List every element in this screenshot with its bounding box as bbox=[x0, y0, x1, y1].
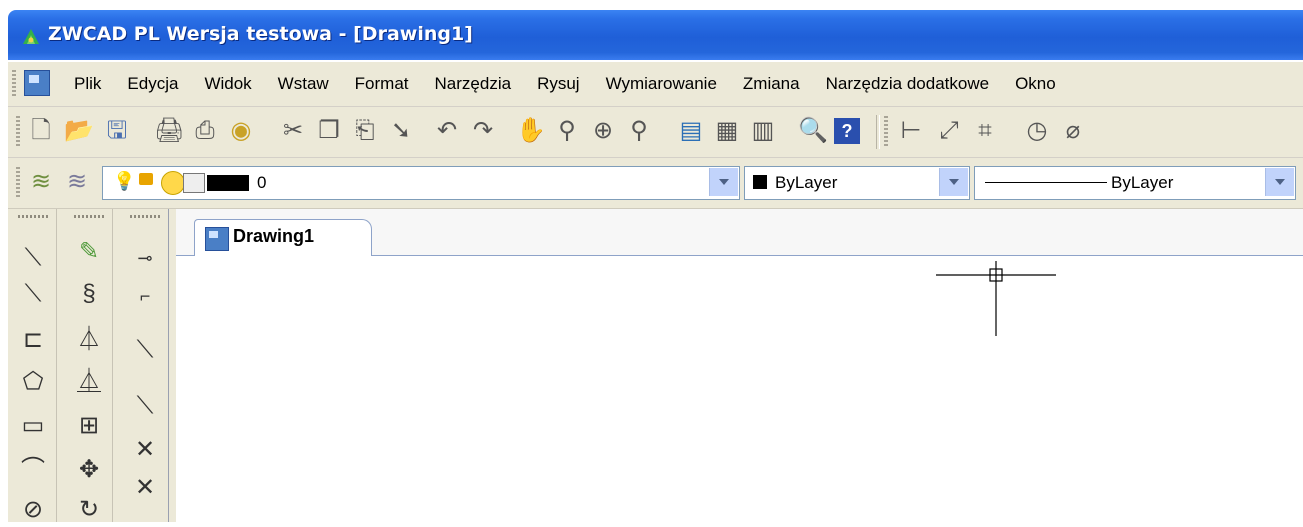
linetype-sample bbox=[985, 182, 1107, 183]
menu-wstaw[interactable]: Wstaw bbox=[278, 74, 329, 94]
calculator-icon[interactable]: ▥ bbox=[748, 116, 778, 146]
menu-widok[interactable]: Widok bbox=[204, 74, 251, 94]
construction-line-icon[interactable]: ⟍ bbox=[16, 277, 50, 311]
palette-grip[interactable] bbox=[74, 215, 104, 218]
move-icon[interactable]: ✥ bbox=[72, 453, 106, 487]
menu-plik[interactable]: Plik bbox=[74, 74, 101, 94]
snap-endpoint-icon[interactable]: ⊸ bbox=[128, 241, 162, 275]
layer-combo[interactable]: 💡 0 bbox=[102, 166, 740, 200]
draw-palette: ⟍ ⟍ ⊏ ⬠ ▭ ⌒ ⊘ bbox=[8, 209, 57, 523]
zoom-realtime-icon[interactable]: ⚲ bbox=[552, 116, 582, 146]
tab-drawing1[interactable]: Drawing1 bbox=[194, 219, 372, 256]
layer-name-value: 0 bbox=[257, 173, 267, 192]
cut-icon[interactable]: ✂ bbox=[278, 116, 308, 146]
menu-zmiana[interactable]: Zmiana bbox=[743, 74, 800, 94]
copy-object-icon[interactable]: § bbox=[72, 277, 106, 311]
menu-narzedzia[interactable]: Narzędzia bbox=[435, 74, 512, 94]
snap-midpoint-icon[interactable]: ⌐ bbox=[128, 279, 162, 313]
snap-intersection-icon[interactable]: ✕ bbox=[128, 433, 162, 467]
color-dropdown-arrow-icon[interactable] bbox=[939, 168, 968, 196]
erase-icon[interactable]: ✎ bbox=[72, 235, 106, 269]
layer-manager-icon[interactable]: ≋ bbox=[26, 167, 56, 197]
publish-icon[interactable]: ◉ bbox=[226, 116, 256, 146]
new-icon[interactable]: 🗋 bbox=[26, 116, 56, 146]
toolbar-grip[interactable] bbox=[16, 116, 20, 148]
pan-icon[interactable]: ✋ bbox=[516, 116, 546, 146]
menu-items: Plik Edycja Widok Wstaw Format Narzędzia… bbox=[74, 62, 1082, 106]
line-icon[interactable]: ⟍ bbox=[16, 241, 50, 275]
radius-dimension-icon[interactable]: ◷ bbox=[1022, 116, 1052, 146]
snap-node-icon[interactable]: ⟍ bbox=[128, 389, 162, 423]
layer-color-swatch bbox=[207, 175, 249, 191]
snap-palette: ⊸ ⌐ ⟍ ⟍ ✕ ✕ bbox=[120, 209, 169, 522]
layer-states-icon[interactable]: ≋ bbox=[62, 167, 92, 197]
offset-icon[interactable]: ⏅ bbox=[72, 365, 106, 399]
cad-cursor-crosshair bbox=[936, 261, 1056, 336]
title-bar: ZWCAD PL Wersja testowa - [Drawing1] bbox=[8, 10, 1303, 60]
layer-viewport-icon[interactable] bbox=[183, 173, 205, 193]
menu-bar: Plik Edycja Widok Wstaw Format Narzędzia… bbox=[8, 62, 1303, 107]
menu-rysuj[interactable]: Rysuj bbox=[537, 74, 580, 94]
linetype-dropdown-arrow-icon[interactable] bbox=[1265, 168, 1294, 196]
menubar-grip[interactable] bbox=[12, 70, 16, 96]
help-icon[interactable]: ? bbox=[834, 118, 860, 144]
modify-palette: ✎ § ⏃ ⏅ ⊞ ✥ ↻ bbox=[64, 209, 113, 523]
polyline-icon[interactable]: ⊏ bbox=[16, 323, 50, 357]
menu-okno[interactable]: Okno bbox=[1015, 74, 1056, 94]
print-icon[interactable]: 🖨 bbox=[154, 116, 184, 146]
document-menu-icon[interactable] bbox=[24, 70, 50, 96]
linear-dimension-icon[interactable]: ⊢ bbox=[896, 116, 926, 146]
palette-grip[interactable] bbox=[130, 215, 160, 218]
standard-toolbar: 🗋 📂 🖫 🖨 ⎙ ◉ ✂ ❐ ⎗ ➘ ↶ ↷ ✋ ⚲ ⊕ ⚲ ▤ ▦ ▥ 🔍 … bbox=[8, 107, 1303, 158]
rectangle-icon[interactable]: ▭ bbox=[16, 409, 50, 443]
find-icon[interactable]: 🔍 bbox=[798, 116, 828, 146]
layer-on-icon[interactable]: 💡 bbox=[113, 171, 135, 192]
menu-edycja[interactable]: Edycja bbox=[127, 74, 178, 94]
window-title: ZWCAD PL Wersja testowa - [Drawing1] bbox=[48, 23, 473, 45]
match-properties-icon[interactable]: ➘ bbox=[386, 116, 416, 146]
palette-grip[interactable] bbox=[18, 215, 48, 218]
dimension-toolbar-grip[interactable] bbox=[884, 116, 888, 148]
tab-drawing1-label: Drawing1 bbox=[233, 226, 315, 246]
redo-icon[interactable]: ↷ bbox=[468, 116, 498, 146]
print-preview-icon[interactable]: ⎙ bbox=[190, 116, 220, 146]
layer-thaw-icon[interactable] bbox=[161, 171, 185, 195]
polygon-icon[interactable]: ⬠ bbox=[16, 365, 50, 399]
document-tab-strip: Drawing1 bbox=[176, 209, 1303, 256]
snap-line-icon[interactable]: ⟍ bbox=[128, 333, 162, 367]
color-value: ByLayer bbox=[775, 173, 838, 192]
zoom-window-icon[interactable]: ⊕ bbox=[588, 116, 618, 146]
paste-icon[interactable]: ⎗ bbox=[350, 116, 380, 146]
app-logo-icon bbox=[23, 29, 39, 44]
menu-format[interactable]: Format bbox=[355, 74, 409, 94]
layer-dropdown-arrow-icon[interactable] bbox=[709, 168, 738, 196]
design-center-icon[interactable]: ▦ bbox=[712, 116, 742, 146]
linetype-value: ByLayer bbox=[1111, 173, 1174, 192]
color-swatch bbox=[753, 175, 767, 189]
zoom-previous-icon[interactable]: ⚲ bbox=[624, 116, 654, 146]
color-combo[interactable]: ByLayer bbox=[744, 166, 970, 200]
menu-wymiarowanie[interactable]: Wymiarowanie bbox=[606, 74, 717, 94]
layers-toolbar-grip[interactable] bbox=[16, 167, 20, 199]
copy-icon[interactable]: ❐ bbox=[314, 116, 344, 146]
arc-icon[interactable]: ⌒ bbox=[16, 453, 50, 487]
properties-icon[interactable]: ▤ bbox=[676, 116, 706, 146]
ordinate-dimension-icon[interactable]: ⌗ bbox=[970, 116, 1000, 146]
mirror-icon[interactable]: ⏃ bbox=[72, 323, 106, 357]
menu-narzedzia-dodatkowe[interactable]: Narzędzia dodatkowe bbox=[826, 74, 989, 94]
drawing-area[interactable]: Drawing1 bbox=[176, 209, 1303, 522]
snap-apparent-intersection-icon[interactable]: ✕ bbox=[128, 471, 162, 505]
array-icon[interactable]: ⊞ bbox=[72, 409, 106, 443]
toolbar-separator bbox=[876, 115, 880, 149]
aligned-dimension-icon[interactable]: ⤢ bbox=[934, 116, 964, 146]
layers-toolbar: ≋ ≋ 💡 0 ByLayer ByLayer bbox=[8, 158, 1303, 209]
diameter-dimension-icon[interactable]: ⌀ bbox=[1058, 116, 1088, 146]
layer-unlock-icon[interactable] bbox=[139, 173, 153, 185]
linetype-combo[interactable]: ByLayer bbox=[974, 166, 1296, 200]
tool-palette: ⟍ ⟍ ⊏ ⬠ ▭ ⌒ ⊘ ✎ § ⏃ ⏅ ⊞ ✥ ↻ ⊸ ⌐ ⟍ ⟍ ✕ ✕ bbox=[8, 209, 176, 523]
save-icon[interactable]: 🖫 bbox=[102, 116, 132, 146]
undo-icon[interactable]: ↶ bbox=[432, 116, 462, 146]
open-icon[interactable]: 📂 bbox=[64, 116, 94, 146]
drawing-icon bbox=[205, 227, 229, 251]
